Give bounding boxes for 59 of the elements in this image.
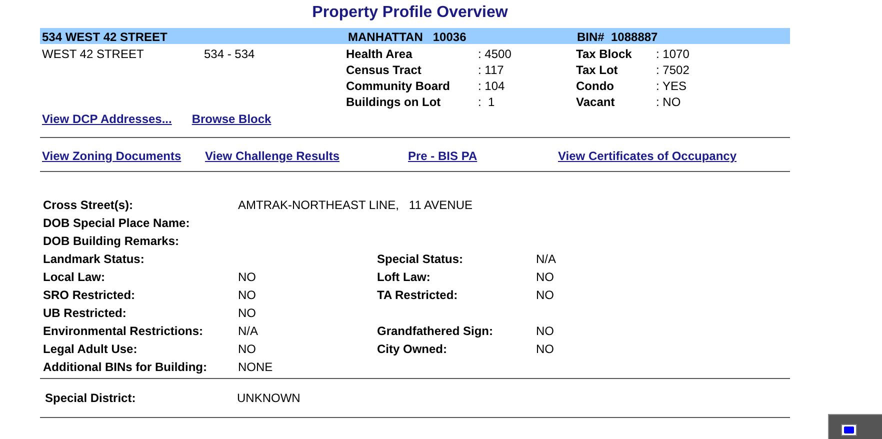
field-label: Buildings on Lot — [346, 94, 442, 111]
field-value: NO — [536, 341, 555, 358]
bin-number: BIN# 1088887 — [577, 29, 659, 46]
address-heading: 534 WEST 42 STREET — [42, 29, 168, 46]
field-value: N/A — [536, 251, 558, 268]
field-value: NO — [238, 341, 257, 358]
field-label: City Owned: — [377, 341, 448, 358]
field-label: Census Tract — [346, 62, 422, 79]
field-label: SRO Restricted: — [43, 287, 136, 304]
field-value: NO — [238, 287, 257, 304]
field-value: NONE — [238, 359, 274, 376]
field-label: DOB Special Place Name: — [43, 215, 191, 232]
field-label: Community Board — [346, 78, 452, 95]
field-label: Special District: — [45, 390, 137, 407]
field-label: UB Restricted: — [43, 305, 128, 322]
field-label: Environmental Restrictions: — [43, 323, 204, 340]
field-value: : 7502 — [656, 62, 690, 79]
field-value: : 104 — [478, 78, 506, 95]
house-range: 534 - 534 — [204, 46, 256, 63]
field-label: Vacant — [576, 94, 616, 111]
field-label: Special Status: — [377, 251, 464, 268]
field-value: : 1 — [478, 94, 496, 111]
field-value: UNKNOWN — [237, 390, 302, 407]
field-label: Loft Law: — [377, 269, 432, 286]
link[interactable]: View Certificates of Occupancy — [558, 147, 737, 165]
zip-code: 10036 — [432, 29, 466, 46]
field-label: Legal Adult Use: — [43, 341, 138, 358]
field-value: : YES — [656, 78, 688, 95]
field-value: : 4500 — [478, 46, 512, 63]
field-label: TA Restricted: — [377, 287, 459, 304]
field-value: AMTRAK-NORTHEAST LINE, 11 AVENUE — [238, 197, 474, 214]
field-label: Condo — [576, 78, 615, 95]
link[interactable]: Browse Block — [192, 110, 272, 128]
field-label: Additional BINs for Building: — [43, 359, 208, 376]
field-label: Grandfathered Sign: — [377, 323, 494, 340]
link[interactable]: View Challenge Results — [205, 147, 340, 165]
borough: MANHATTAN — [348, 29, 423, 46]
field-label: Local Law: — [43, 269, 106, 286]
field-label: Health Area — [346, 46, 414, 63]
field-label: DOB Building Remarks: — [43, 233, 180, 250]
field-value: N/A — [238, 323, 260, 340]
field-value: : NO — [656, 94, 682, 111]
field-value: NO — [238, 269, 257, 286]
link[interactable]: View DCP Addresses... — [42, 110, 172, 128]
field-value: NO — [238, 305, 257, 322]
field-value: NO — [536, 269, 555, 286]
window-icon[interactable] — [841, 424, 857, 436]
field-label: Cross Street(s): — [43, 197, 134, 214]
field-value: : 117 — [478, 62, 505, 79]
field-value: NO — [536, 287, 555, 304]
link[interactable]: View Zoning Documents — [42, 147, 182, 165]
page-title: Property Profile Overview — [312, 3, 508, 23]
field-label: Tax Lot — [576, 62, 619, 79]
street-name: WEST 42 STREET — [42, 46, 145, 63]
field-label: Tax Block — [576, 46, 633, 63]
field-label: Landmark Status: — [43, 251, 146, 268]
field-value: NO — [536, 323, 555, 340]
link[interactable]: Pre - BIS PA — [408, 147, 478, 165]
field-value: : 1070 — [656, 46, 690, 63]
